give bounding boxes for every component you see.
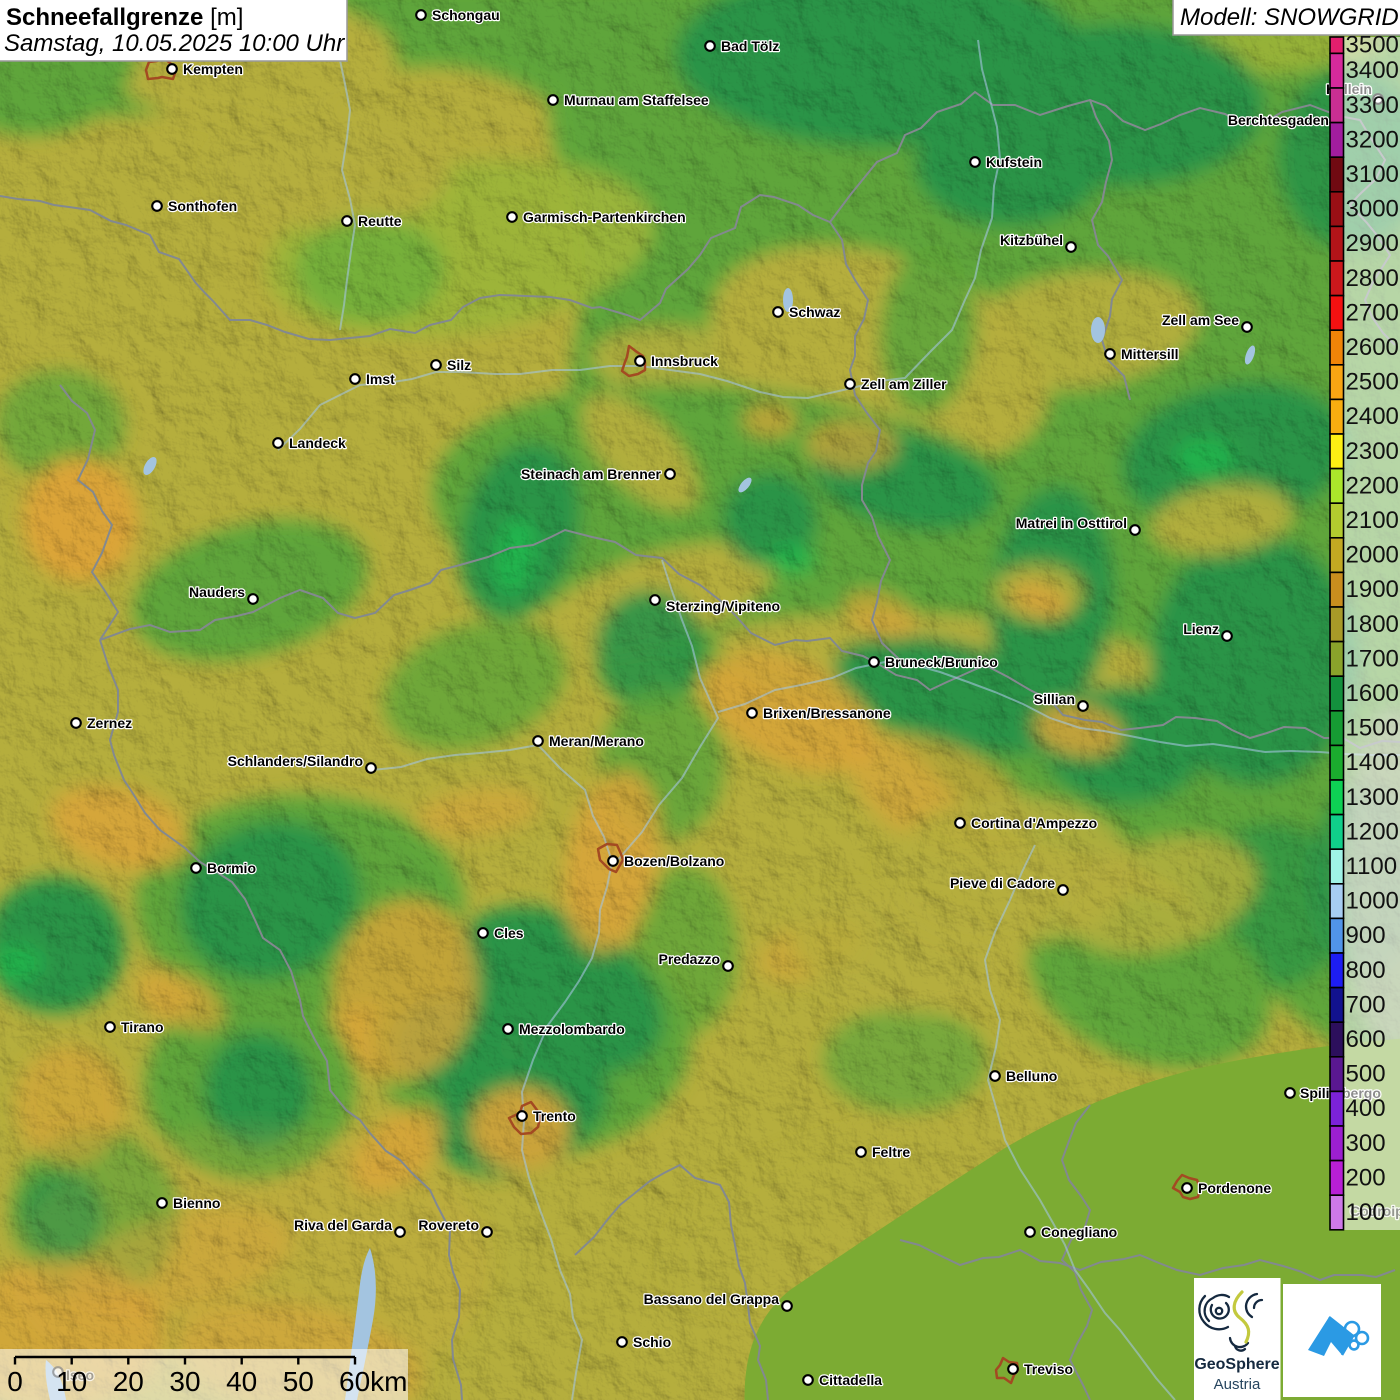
svg-text:50: 50 [283,1366,314,1397]
svg-text:Bormio: Bormio [207,860,256,876]
svg-text:Samstag, 10.05.2025 10:00 Uhr: Samstag, 10.05.2025 10:00 Uhr [4,30,345,57]
svg-text:500: 500 [1346,1061,1386,1088]
svg-text:Bienno: Bienno [173,1195,220,1211]
svg-text:40: 40 [226,1366,257,1397]
svg-text:Reutte: Reutte [358,213,402,229]
svg-text:1400: 1400 [1346,749,1399,776]
svg-text:3000: 3000 [1346,196,1399,223]
svg-text:Lienz: Lienz [1183,621,1219,637]
svg-text:Sterzing/Vipiteno: Sterzing/Vipiteno [666,598,780,614]
svg-text:900: 900 [1346,922,1386,949]
svg-text:Matrei in Osttirol: Matrei in Osttirol [1016,515,1127,531]
svg-text:60km: 60km [339,1366,407,1397]
svg-text:1700: 1700 [1346,645,1399,672]
svg-text:Pordenone: Pordenone [1198,1180,1271,1196]
svg-text:Schneefallgrenze [m]: Schneefallgrenze [m] [6,4,243,31]
svg-text:Zell am Ziller: Zell am Ziller [861,376,947,392]
svg-text:Predazzo: Predazzo [659,951,720,967]
svg-text:Cortina d'Ampezzo: Cortina d'Ampezzo [971,815,1097,831]
svg-text:Silz: Silz [447,357,471,373]
svg-text:1900: 1900 [1346,576,1399,603]
svg-text:Garmisch-Partenkirchen: Garmisch-Partenkirchen [523,209,686,225]
svg-text:Pieve di Cadore: Pieve di Cadore [950,875,1055,891]
svg-text:600: 600 [1346,1026,1386,1053]
svg-text:10: 10 [56,1366,87,1397]
svg-text:1600: 1600 [1346,680,1399,707]
svg-text:Murnau am Staffelsee: Murnau am Staffelsee [564,92,709,108]
svg-text:2000: 2000 [1346,542,1399,569]
svg-text:3100: 3100 [1346,161,1399,188]
svg-text:300: 300 [1346,1130,1386,1157]
svg-text:Schwaz: Schwaz [789,304,840,320]
svg-text:20: 20 [113,1366,144,1397]
svg-text:Innsbruck: Innsbruck [651,353,718,369]
svg-text:Zell am See: Zell am See [1162,312,1239,328]
svg-text:1100: 1100 [1346,853,1398,880]
svg-text:1300: 1300 [1346,784,1399,811]
svg-text:Kempten: Kempten [183,61,243,77]
svg-text:2700: 2700 [1346,299,1399,326]
svg-text:Zernez: Zernez [87,715,132,731]
svg-text:Riva del Garda: Riva del Garda [294,1217,392,1233]
svg-text:Modell: SNOWGRID: Modell: SNOWGRID [1180,4,1399,31]
svg-text:Imst: Imst [366,371,395,387]
svg-text:Landeck: Landeck [289,435,346,451]
svg-text:Cles: Cles [494,925,524,941]
svg-text:Trento: Trento [533,1108,576,1124]
svg-text:3200: 3200 [1346,126,1399,153]
svg-text:Tirano: Tirano [121,1019,164,1035]
svg-text:2400: 2400 [1346,403,1399,430]
svg-text:Belluno: Belluno [1006,1068,1057,1084]
svg-text:Brixen/Bressanone: Brixen/Bressanone [763,705,891,721]
svg-text:800: 800 [1346,957,1386,984]
svg-text:Conegliano: Conegliano [1041,1224,1117,1240]
svg-text:Treviso: Treviso [1024,1361,1073,1377]
svg-text:Bassano del Grappa: Bassano del Grappa [644,1291,780,1307]
svg-text:GeoSphere: GeoSphere [1194,1356,1279,1373]
svg-text:2800: 2800 [1346,265,1399,292]
svg-text:2600: 2600 [1346,334,1399,361]
svg-text:Austria: Austria [1214,1376,1261,1393]
svg-text:Schio: Schio [633,1334,671,1350]
svg-text:3300: 3300 [1346,92,1399,119]
svg-text:400: 400 [1346,1095,1386,1122]
svg-text:700: 700 [1346,991,1386,1018]
svg-text:3400: 3400 [1346,57,1399,84]
svg-text:Schlanders/Silandro: Schlanders/Silandro [228,753,363,769]
svg-text:2200: 2200 [1346,472,1399,499]
svg-text:Rovereto: Rovereto [418,1217,479,1233]
svg-text:Meran/Merano: Meran/Merano [549,733,644,749]
svg-text:2300: 2300 [1346,438,1399,465]
svg-text:200: 200 [1346,1164,1386,1191]
svg-text:Feltre: Feltre [872,1144,910,1160]
svg-text:2900: 2900 [1346,230,1399,257]
svg-text:Sillian: Sillian [1034,691,1075,707]
svg-text:100: 100 [1346,1199,1386,1226]
svg-text:1000: 1000 [1346,888,1399,915]
svg-text:1800: 1800 [1346,611,1399,638]
svg-text:Kitzbühel: Kitzbühel [1000,232,1063,248]
svg-text:Bad Tölz: Bad Tölz [721,38,779,54]
svg-text:Schongau: Schongau [432,7,500,23]
svg-text:Kufstein: Kufstein [986,154,1042,170]
svg-text:1200: 1200 [1346,818,1399,845]
svg-text:2100: 2100 [1346,507,1399,534]
svg-text:Bruneck/Brunico: Bruneck/Brunico [885,654,998,670]
svg-text:Sonthofen: Sonthofen [168,198,237,214]
svg-text:Steinach am Brenner: Steinach am Brenner [521,466,662,482]
svg-text:30: 30 [169,1366,200,1397]
svg-text:Berchtesgaden: Berchtesgaden [1228,112,1329,128]
svg-text:0: 0 [7,1366,23,1397]
svg-text:2500: 2500 [1346,369,1399,396]
svg-text:Mezzolombardo: Mezzolombardo [519,1021,625,1037]
svg-text:Bozen/Bolzano: Bozen/Bolzano [624,853,724,869]
svg-text:Cittadella: Cittadella [819,1372,882,1388]
svg-text:Nauders: Nauders [189,584,245,600]
svg-text:1500: 1500 [1346,715,1399,742]
svg-text:Mittersill: Mittersill [1121,346,1179,362]
